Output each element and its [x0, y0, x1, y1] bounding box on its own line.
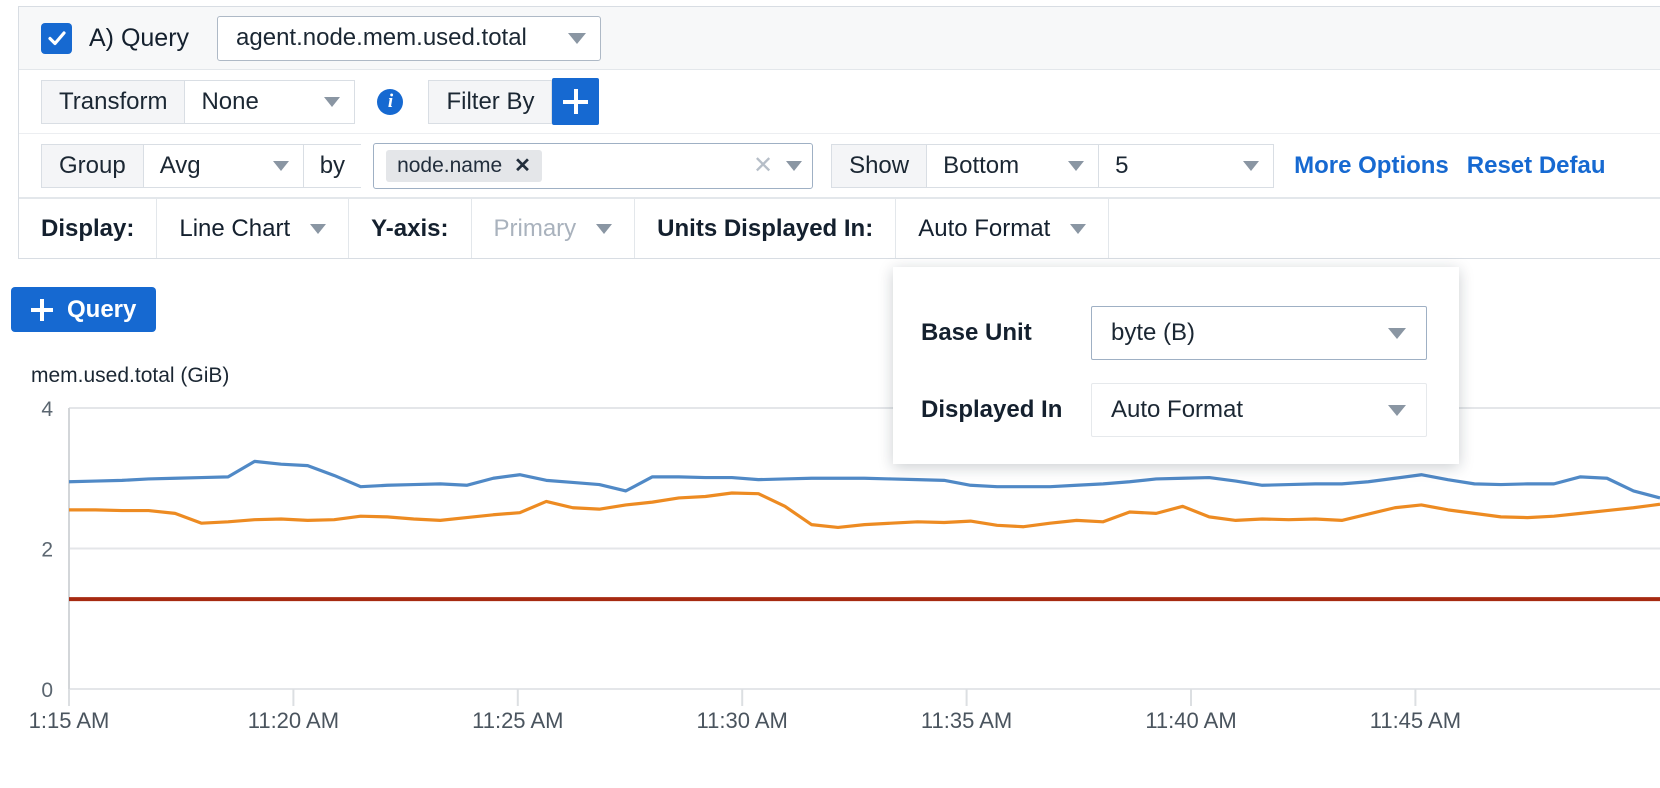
base-unit-select[interactable]: byte (B) [1091, 306, 1427, 360]
chevron-down-icon [310, 224, 326, 234]
yaxis-value: Primary [494, 215, 577, 243]
display-row: Display: Line Chart Y-axis: Primary Unit… [19, 198, 1660, 258]
chart-series-line [69, 493, 1660, 527]
plus-icon [552, 78, 599, 125]
add-query-label: Query [67, 296, 136, 324]
x-axis-tick-label: 11:25 AM [472, 708, 563, 733]
chevron-down-icon [1388, 328, 1406, 339]
query-header-row: A) Query agent.node.mem.used.total [19, 7, 1660, 70]
show-count-select[interactable]: 5 [1099, 144, 1274, 188]
chevron-down-icon [1243, 161, 1259, 171]
plus-icon [31, 299, 53, 321]
group-label: Group [41, 144, 144, 188]
displayed-in-row: Displayed In Auto Format [921, 380, 1427, 440]
chevron-down-icon [568, 33, 586, 44]
units-displayed-label: Units Displayed In: [635, 199, 896, 258]
query-builder-panel: A) Query agent.node.mem.used.total Trans… [18, 6, 1660, 259]
x-axis-tick-label: 11:45 AM [1370, 708, 1461, 733]
query-enabled-checkbox[interactable] [41, 23, 72, 54]
show-control: Show Bottom 5 [831, 144, 1274, 188]
chevron-down-icon [1068, 161, 1084, 171]
reset-defaults-link[interactable]: Reset Defau [1467, 152, 1606, 180]
chart-type-value: Line Chart [179, 215, 290, 243]
y-axis-tick-label: 2 [41, 539, 53, 562]
chart-axis-title: mem.used.total (GiB) [31, 364, 229, 388]
more-options-link[interactable]: More Options [1294, 152, 1449, 180]
base-unit-value: byte (B) [1111, 319, 1195, 347]
tag-chip-label: node.name [397, 154, 502, 178]
group-aggregation-select[interactable]: Avg [144, 144, 304, 188]
chevron-down-icon [1388, 405, 1406, 416]
close-icon[interactable]: ✕ [514, 153, 531, 178]
metric-select-value: agent.node.mem.used.total [236, 24, 527, 52]
chevron-down-icon[interactable] [786, 161, 802, 171]
group-control: Group Avg by [41, 144, 361, 188]
show-count-value: 5 [1115, 152, 1221, 180]
displayed-in-value: Auto Format [1111, 396, 1243, 424]
show-label: Show [831, 144, 927, 188]
clear-icon[interactable]: ✕ [753, 151, 773, 180]
x-axis-tick-label: 11:20 AM [248, 708, 339, 733]
yaxis-select[interactable]: Primary [472, 199, 636, 258]
chevron-down-icon [273, 161, 289, 171]
chart-series-line [69, 461, 1660, 498]
x-axis-tick-label: 11:35 AM [921, 708, 1012, 733]
transform-row: Transform None i Filter By [19, 70, 1660, 134]
yaxis-label: Y-axis: [349, 199, 471, 258]
transform-info-icon[interactable]: i [377, 89, 403, 115]
base-unit-row: Base Unit byte (B) [921, 303, 1427, 363]
transform-select[interactable]: None [185, 80, 355, 124]
y-axis-tick-label: 4 [41, 398, 53, 421]
group-aggregation-value: Avg [160, 152, 251, 180]
y-axis-tick-label: 0 [41, 679, 53, 702]
base-unit-label: Base Unit [921, 319, 1091, 347]
add-query-button[interactable]: Query [11, 287, 156, 332]
filter-by-label: Filter By [428, 80, 552, 124]
transform-label: Transform [41, 80, 185, 124]
check-icon [46, 27, 68, 49]
tag-chip[interactable]: node.name ✕ [386, 150, 542, 182]
transform-control: Transform None [41, 80, 355, 124]
units-format-popup: Base Unit byte (B) Displayed In Auto For… [893, 267, 1459, 464]
x-axis-tick-label: 1:15 AM [29, 708, 110, 733]
group-by-tags-input[interactable]: node.name ✕ ✕ [373, 143, 813, 189]
displayed-in-select[interactable]: Auto Format [1091, 383, 1427, 437]
displayed-in-label: Displayed In [921, 396, 1091, 424]
query-title: A) Query [89, 24, 189, 53]
group-by-label: by [304, 144, 361, 188]
chevron-down-icon [1070, 224, 1086, 234]
show-direction-value: Bottom [943, 152, 1046, 180]
show-direction-select[interactable]: Bottom [927, 144, 1099, 188]
group-show-row: Group Avg by node.name ✕ ✕ Show B [19, 134, 1660, 198]
x-axis-tick-label: 11:40 AM [1145, 708, 1236, 733]
chevron-down-icon [596, 224, 612, 234]
chart-type-select[interactable]: Line Chart [157, 199, 349, 258]
display-label: Display: [19, 199, 157, 258]
add-filter-button[interactable] [552, 78, 599, 125]
units-displayed-value: Auto Format [918, 215, 1050, 243]
dashboard-query-editor: A) Query agent.node.mem.used.total Trans… [0, 0, 1660, 788]
units-displayed-select[interactable]: Auto Format [896, 199, 1109, 258]
metric-select[interactable]: agent.node.mem.used.total [217, 16, 601, 61]
chevron-down-icon [324, 97, 340, 107]
transform-value: None [201, 88, 302, 116]
x-axis-tick-label: 11:30 AM [697, 708, 788, 733]
